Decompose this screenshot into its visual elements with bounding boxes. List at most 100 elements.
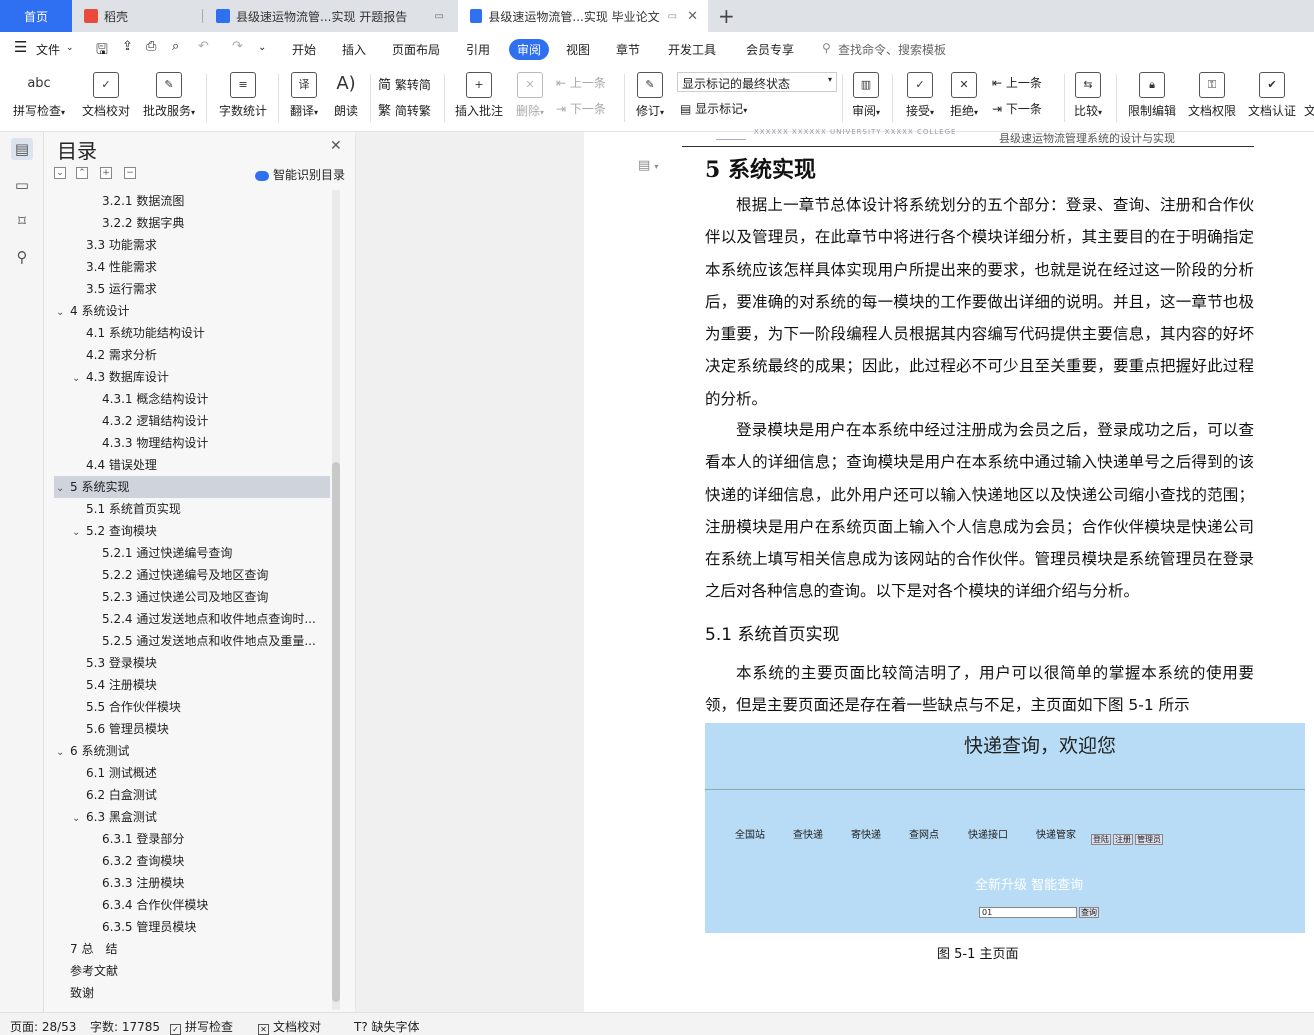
- toc-item[interactable]: 5.2.4 通过发送地点和收件地点查询时...: [54, 608, 330, 630]
- markup-state-select[interactable]: 显示标记的最终状态 ▾: [677, 72, 837, 92]
- menu-view[interactable]: 视图: [566, 41, 590, 58]
- show-markup-button[interactable]: ▤ 显示标记▾: [680, 100, 747, 117]
- redo-icon[interactable]: ↷: [232, 39, 243, 54]
- chevron-down-icon[interactable]: ⌄: [56, 742, 70, 762]
- file-menu[interactable]: 文件: [36, 41, 60, 58]
- toc-item[interactable]: 6.3.5 管理员模块: [54, 916, 330, 938]
- new-tab-button[interactable]: +: [714, 0, 738, 32]
- menu-review[interactable]: 审阅: [509, 39, 550, 60]
- toc-item[interactable]: ⌄ 4.3 数据库设计: [54, 366, 330, 388]
- word-count-indicator[interactable]: 字数: 17785: [90, 1018, 160, 1035]
- chapter-nav-icon[interactable]: ▭: [11, 174, 33, 196]
- menu-start[interactable]: 开始: [292, 41, 316, 58]
- doc-certify-button[interactable]: ✔ 文档认证: [1244, 66, 1300, 130]
- toc-item[interactable]: 5.3 登录模块: [54, 652, 330, 674]
- menu-insert[interactable]: 插入: [342, 41, 366, 58]
- toc-item[interactable]: 4.3.1 概念结构设计: [54, 388, 330, 410]
- print-preview-icon[interactable]: ⌕: [172, 39, 179, 54]
- toc-item[interactable]: 6.3.2 查询模块: [54, 850, 330, 872]
- toc-item[interactable]: 参考文献: [54, 960, 330, 982]
- toc-item[interactable]: ⌄ 6.3 黑盒测试: [54, 806, 330, 828]
- toc-item[interactable]: 4.3.3 物理结构设计: [54, 432, 330, 454]
- menu-references[interactable]: 引用: [466, 41, 490, 58]
- menu-chapter[interactable]: 章节: [616, 41, 640, 58]
- page-indicator[interactable]: 页面: 28/53: [10, 1018, 76, 1035]
- save-icon[interactable]: 🖫: [96, 39, 108, 63]
- restrict-edit-button[interactable]: 🔒︎ 限制编辑: [1124, 66, 1180, 130]
- chevron-down-icon[interactable]: ⌄: [66, 43, 74, 53]
- chevron-down-icon[interactable]: ⌄: [56, 478, 70, 498]
- command-search[interactable]: 查找命令、搜索模板: [838, 41, 946, 58]
- toc-item[interactable]: 致谢: [54, 982, 330, 1004]
- undo-icon[interactable]: ↶: [198, 39, 209, 54]
- correction-service-button[interactable]: ✎ 批改服务▾: [138, 66, 200, 130]
- next-comment-button[interactable]: ⇥ 下一条: [556, 100, 606, 117]
- toc-item[interactable]: 7 总 结: [54, 938, 330, 960]
- toc-item[interactable]: 5.4 注册模块: [54, 674, 330, 696]
- trad-to-simp-button[interactable]: 简 繁转简: [378, 74, 431, 93]
- toc-item[interactable]: 4.1 系统功能结构设计: [54, 322, 330, 344]
- next-change-button[interactable]: ⇥ 下一条: [992, 100, 1042, 117]
- document-page[interactable]: XXXXXX XXXXXX UNIVERSITY XXXXX COLLEGE 县…: [584, 128, 1314, 1012]
- toc-item[interactable]: 3.2.2 数据字典: [54, 212, 330, 234]
- track-changes-button[interactable]: ✎ 修订▾: [630, 66, 670, 130]
- chevron-down-icon[interactable]: ⌄: [72, 522, 86, 542]
- toc-item[interactable]: 3.5 运行需求: [54, 278, 330, 300]
- add-heading-icon[interactable]: +: [100, 167, 112, 179]
- toc-item[interactable]: 6.2 白盒测试: [54, 784, 330, 806]
- status-proof[interactable]: ✕ 文档校对: [258, 1018, 321, 1035]
- close-tab-icon[interactable]: ✕: [687, 9, 698, 24]
- chevron-down-icon[interactable]: ⌄: [72, 808, 86, 828]
- status-missing-font[interactable]: T? 缺失字体: [354, 1018, 420, 1035]
- toc-item[interactable]: ⌄ 5.2 查询模块: [54, 520, 330, 542]
- expand-up-icon[interactable]: ⌃: [76, 167, 88, 179]
- translate-button[interactable]: 译翻译▾: [284, 66, 324, 130]
- collapse-all-icon[interactable]: ⌄: [54, 167, 66, 179]
- toc-item[interactable]: 6.3.1 登录部分: [54, 828, 330, 850]
- toc-item[interactable]: 5.2.5 通过发送地点和收件地点及重量...: [54, 630, 330, 652]
- menu-developer[interactable]: 开发工具: [668, 41, 716, 58]
- tab-daoke[interactable]: 稻壳: [72, 0, 200, 32]
- menu-membership[interactable]: 会员专享: [746, 41, 794, 58]
- insert-comment-button[interactable]: + 插入批注: [450, 66, 508, 130]
- toc-item[interactable]: 6.1 测试概述: [54, 762, 330, 784]
- page-options-icon[interactable]: ▤ ▾: [638, 158, 658, 173]
- accept-button[interactable]: ✓ 接受▾: [900, 66, 940, 130]
- print-icon[interactable]: ⎙: [146, 39, 156, 54]
- toc-item[interactable]: 4.4 错误处理: [54, 454, 330, 476]
- toc-item[interactable]: 3.4 性能需求: [54, 256, 330, 278]
- toc-pane-icon[interactable]: ▤: [11, 138, 33, 160]
- chevron-down-icon[interactable]: ⌄: [72, 368, 86, 388]
- toc-item[interactable]: 5.2.2 通过快递编号及地区查询: [54, 564, 330, 586]
- menu-page-layout[interactable]: 页面布局: [392, 41, 440, 58]
- toc-scrollbar-thumb[interactable]: [332, 462, 340, 1002]
- review-pane-button[interactable]: ▥ 审阅▾: [846, 66, 886, 130]
- toc-item[interactable]: ⌄ 5 系统实现: [54, 476, 330, 498]
- toc-item[interactable]: 4.2 需求分析: [54, 344, 330, 366]
- more-ribbon-button[interactable]: 文: [1304, 66, 1314, 130]
- smart-toc-button[interactable]: 智能识别目录: [255, 166, 345, 183]
- toc-item[interactable]: 6.3.4 合作伙伴模块: [54, 894, 330, 916]
- reject-button[interactable]: ✕ 拒绝▾: [944, 66, 984, 130]
- toc-item[interactable]: 4.3.2 逻辑结构设计: [54, 410, 330, 432]
- compare-button[interactable]: ⇆ 比较▾: [1068, 66, 1108, 130]
- toc-item[interactable]: ⌄ 6 系统测试: [54, 740, 330, 762]
- export-icon[interactable]: ⇪: [122, 39, 133, 54]
- tab-thesis-doc[interactable]: 县级速运物流管...实现 毕业论文 ▭ ✕: [458, 0, 708, 32]
- close-icon[interactable]: ✕: [330, 138, 342, 154]
- read-aloud-button[interactable]: A) 朗读: [328, 66, 364, 130]
- toc-item[interactable]: 5.5 合作伙伴模块: [54, 696, 330, 718]
- toc-item[interactable]: 3.2.1 数据流图: [54, 190, 330, 212]
- toc-item[interactable]: 5.2.3 通过快递公司及地区查询: [54, 586, 330, 608]
- status-spellcheck[interactable]: ✓ 拼写检查: [170, 1018, 233, 1035]
- remove-heading-icon[interactable]: −: [124, 167, 136, 179]
- toc-item[interactable]: 5.6 管理员模块: [54, 718, 330, 740]
- prev-change-button[interactable]: ⇤ 上一条: [992, 74, 1042, 91]
- chevron-down-icon[interactable]: ⌄: [56, 302, 70, 322]
- toc-item[interactable]: 5.1 系统首页实现: [54, 498, 330, 520]
- toc-item[interactable]: 6.3.3 注册模块: [54, 872, 330, 894]
- tab-proposal-doc[interactable]: 县级速运物流管...实现 开题报告 ▭: [204, 0, 454, 32]
- doc-permission-button[interactable]: ⚿ 文档权限: [1184, 66, 1240, 130]
- customize-dropdown-icon[interactable]: ⌄: [258, 42, 266, 53]
- tab-home[interactable]: 首页: [0, 0, 72, 32]
